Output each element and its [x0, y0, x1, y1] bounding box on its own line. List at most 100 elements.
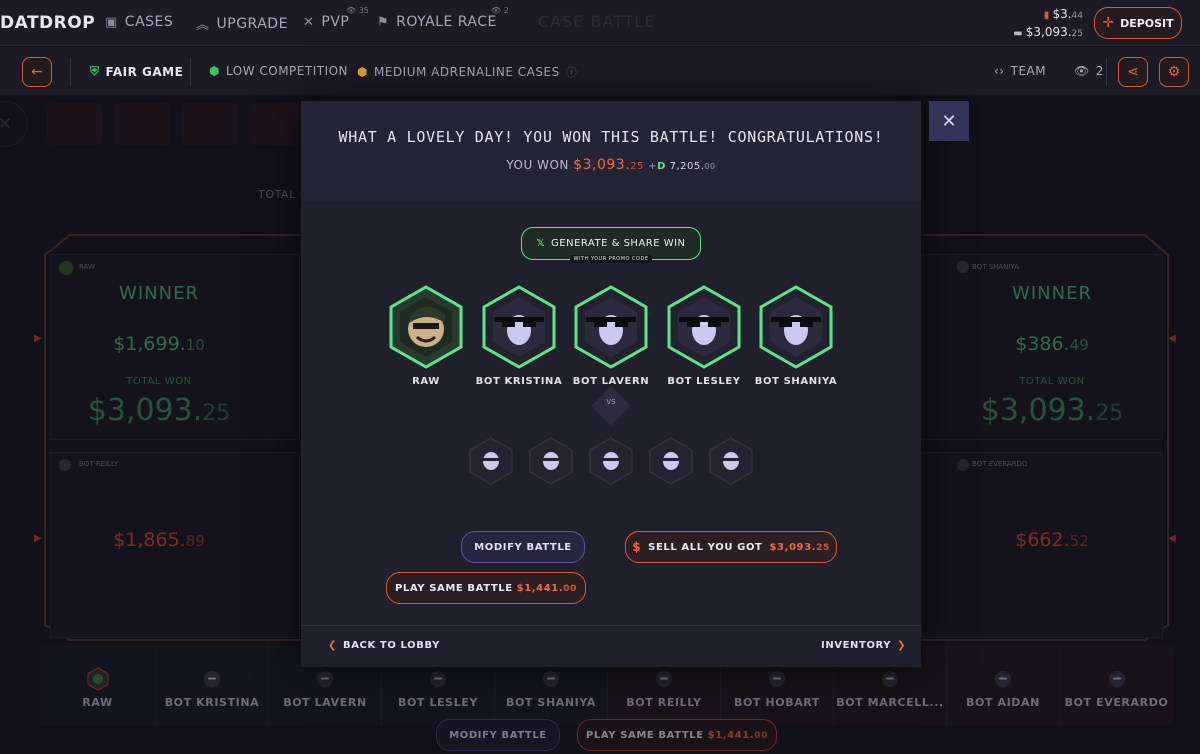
gun-icon: ▬	[1013, 28, 1026, 39]
share-button[interactable]: ⋖	[1118, 57, 1148, 87]
datdrop-coin-icon: D	[657, 161, 666, 172]
cash-balance-dec: 44	[1071, 11, 1083, 21]
won-amount: $3,093.25	[573, 157, 644, 173]
play-price-main: $1,441.	[516, 582, 564, 594]
play-same-price: $1,441.00	[517, 583, 577, 594]
adrenaline-label: MEDIUM ADRENALINE CASES	[373, 65, 560, 79]
play-price-dec: 00	[563, 583, 577, 594]
sell-all-button[interactable]: $ SELL ALL YOU GOT $3,093.25	[625, 531, 837, 563]
x-logo-icon: 𝕏	[536, 238, 546, 249]
nav-royale-race[interactable]: ⚑ ROYALE RACE	[377, 14, 497, 30]
loser-slot	[589, 437, 633, 485]
divider	[1106, 58, 1107, 86]
gun-balance-main: $3,093.	[1025, 25, 1072, 39]
top-navbar: DATDROP ▣ CASES ︽ UPGRADE ✕ PVP 👁 35 ⚑ R…	[0, 0, 1200, 46]
team-icon: ‹›	[994, 64, 1005, 78]
deposit-label: DEPOSIT	[1120, 16, 1174, 30]
pvp-badge-count: 35	[358, 6, 369, 15]
bot-kristina-avatar	[482, 285, 556, 369]
nav-upgrade-label: UPGRADE	[216, 15, 288, 32]
pvp-icon: ✕	[303, 14, 315, 30]
bot-shaniya-avatar	[759, 285, 833, 369]
generate-share-win-button[interactable]: 𝕏 GENERATE & SHARE WIN WITH YOUR PROMO CO…	[521, 227, 701, 263]
points-earned: +D 7,205.00	[648, 161, 715, 172]
nav-royale-label: ROYALE RACE	[396, 14, 497, 30]
arrow-left-icon: ←	[31, 64, 43, 80]
gear-icon: ⚙	[1167, 64, 1181, 80]
upgrade-icon: ︽	[196, 18, 210, 33]
points-prefix: +	[648, 161, 658, 172]
viewers-tag: 👁 2	[1074, 64, 1104, 78]
close-icon: ✕	[941, 110, 957, 132]
inventory-label: INVENTORY	[821, 640, 892, 651]
nav-upgrade[interactable]: ︽ UPGRADE	[196, 14, 288, 34]
share-icon: ⋖	[1127, 64, 1139, 80]
cash-balance-main: $3.	[1052, 7, 1072, 21]
fair-game-tag[interactable]: ⛨ FAIR GAME	[90, 64, 183, 79]
chevron-right-icon: ❯	[897, 640, 907, 651]
won-amount-main: $3,093.	[573, 157, 631, 173]
vs-badge	[591, 386, 631, 426]
points-main: 7,205.	[669, 161, 705, 172]
modal-title: WHAT A LOVELY DAY! YOU WON THIS BATTLE! …	[338, 128, 884, 146]
royale-viewers-badge: 👁 2	[491, 6, 509, 15]
pvp-viewers-badge: 👁 35	[346, 6, 369, 15]
info-icon[interactable]: ⓘ	[566, 64, 578, 80]
chevron-left-icon: ❮	[328, 640, 337, 651]
modify-battle-button[interactable]: MODIFY BATTLE	[461, 531, 585, 563]
adrenaline-tag: ⬢ MEDIUM ADRENALINE CASES ⓘ	[357, 64, 577, 80]
deposit-icon: ✛	[1102, 15, 1115, 31]
loser-slot	[709, 437, 753, 485]
battle-result-modal: WHAT A LOVELY DAY! YOU WON THIS BATTLE! …	[301, 101, 921, 667]
eye-icon: 👁	[1074, 64, 1090, 78]
gun-balance-dec: 25	[1071, 29, 1083, 39]
won-amount-dec: 25	[630, 161, 644, 172]
cases-icon: ▣	[105, 14, 118, 30]
competition-tag: ⬢ LOW COMPETITION	[209, 64, 348, 78]
modify-battle-label: MODIFY BATTLE	[474, 541, 572, 553]
loser-slot	[529, 437, 573, 485]
fair-game-label: FAIR GAME	[105, 64, 184, 79]
back-to-lobby-link[interactable]: ❮ BACK TO LOBBY	[328, 640, 440, 651]
gun-balance[interactable]: ▬ $3,093.25	[1013, 25, 1083, 39]
cash-balance[interactable]: ▮ $3.44	[1044, 7, 1083, 21]
back-to-lobby-label: BACK TO LOBBY	[342, 640, 440, 651]
sell-price-main: $3,093.	[769, 541, 817, 553]
competition-icon: ⬢	[209, 64, 220, 78]
share-label: GENERATE & SHARE WIN	[551, 238, 686, 249]
play-same-battle-button[interactable]: PLAY SAME BATTLE $1,441.00	[386, 572, 586, 604]
vs-label: VS	[606, 398, 616, 406]
inventory-link[interactable]: INVENTORY ❯	[821, 640, 906, 651]
sell-all-label: SELL ALL YOU GOT	[648, 541, 763, 553]
back-button[interactable]: ←	[22, 57, 52, 87]
logo[interactable]: DATDROP	[0, 13, 95, 33]
nav-pvp-label: PVP	[321, 14, 350, 30]
competition-label: LOW COMPETITION	[225, 64, 349, 78]
faded-page-title: CASE BATTLE	[538, 12, 656, 31]
winner-name: BOT SHANIYA	[754, 376, 838, 387]
close-modal-button[interactable]: ✕	[929, 101, 969, 141]
settings-button[interactable]: ⚙	[1159, 57, 1189, 87]
divider	[70, 58, 71, 86]
adrenaline-icon: ⬢	[357, 65, 368, 79]
shield-icon: ⛨	[90, 64, 100, 78]
bot-lesley-avatar	[667, 285, 741, 369]
nav-cases[interactable]: ▣ CASES	[105, 14, 173, 30]
team-label: TEAM	[1010, 64, 1047, 78]
share-sublabel: WITH YOUR PROMO CODE	[569, 255, 653, 263]
modal-header	[301, 101, 921, 201]
deposit-button[interactable]: ✛ DEPOSIT	[1094, 7, 1182, 39]
nav-cases-label: CASES	[124, 14, 174, 30]
dollar-icon: $	[632, 540, 642, 554]
sell-price-dec: 25	[816, 542, 830, 553]
points-dec: 00	[704, 162, 716, 171]
divider	[301, 625, 921, 626]
you-won-label: YOU WON	[506, 158, 569, 172]
royale-badge-count: 2	[503, 6, 509, 15]
nav-pvp[interactable]: ✕ PVP	[303, 14, 349, 30]
viewers-count: 2	[1095, 64, 1104, 78]
play-same-label: PLAY SAME BATTLE	[395, 582, 513, 594]
divider	[190, 58, 191, 86]
raw-avatar	[389, 285, 463, 369]
you-won-line: YOU WON $3,093.25 +D 7,205.00	[301, 157, 921, 173]
